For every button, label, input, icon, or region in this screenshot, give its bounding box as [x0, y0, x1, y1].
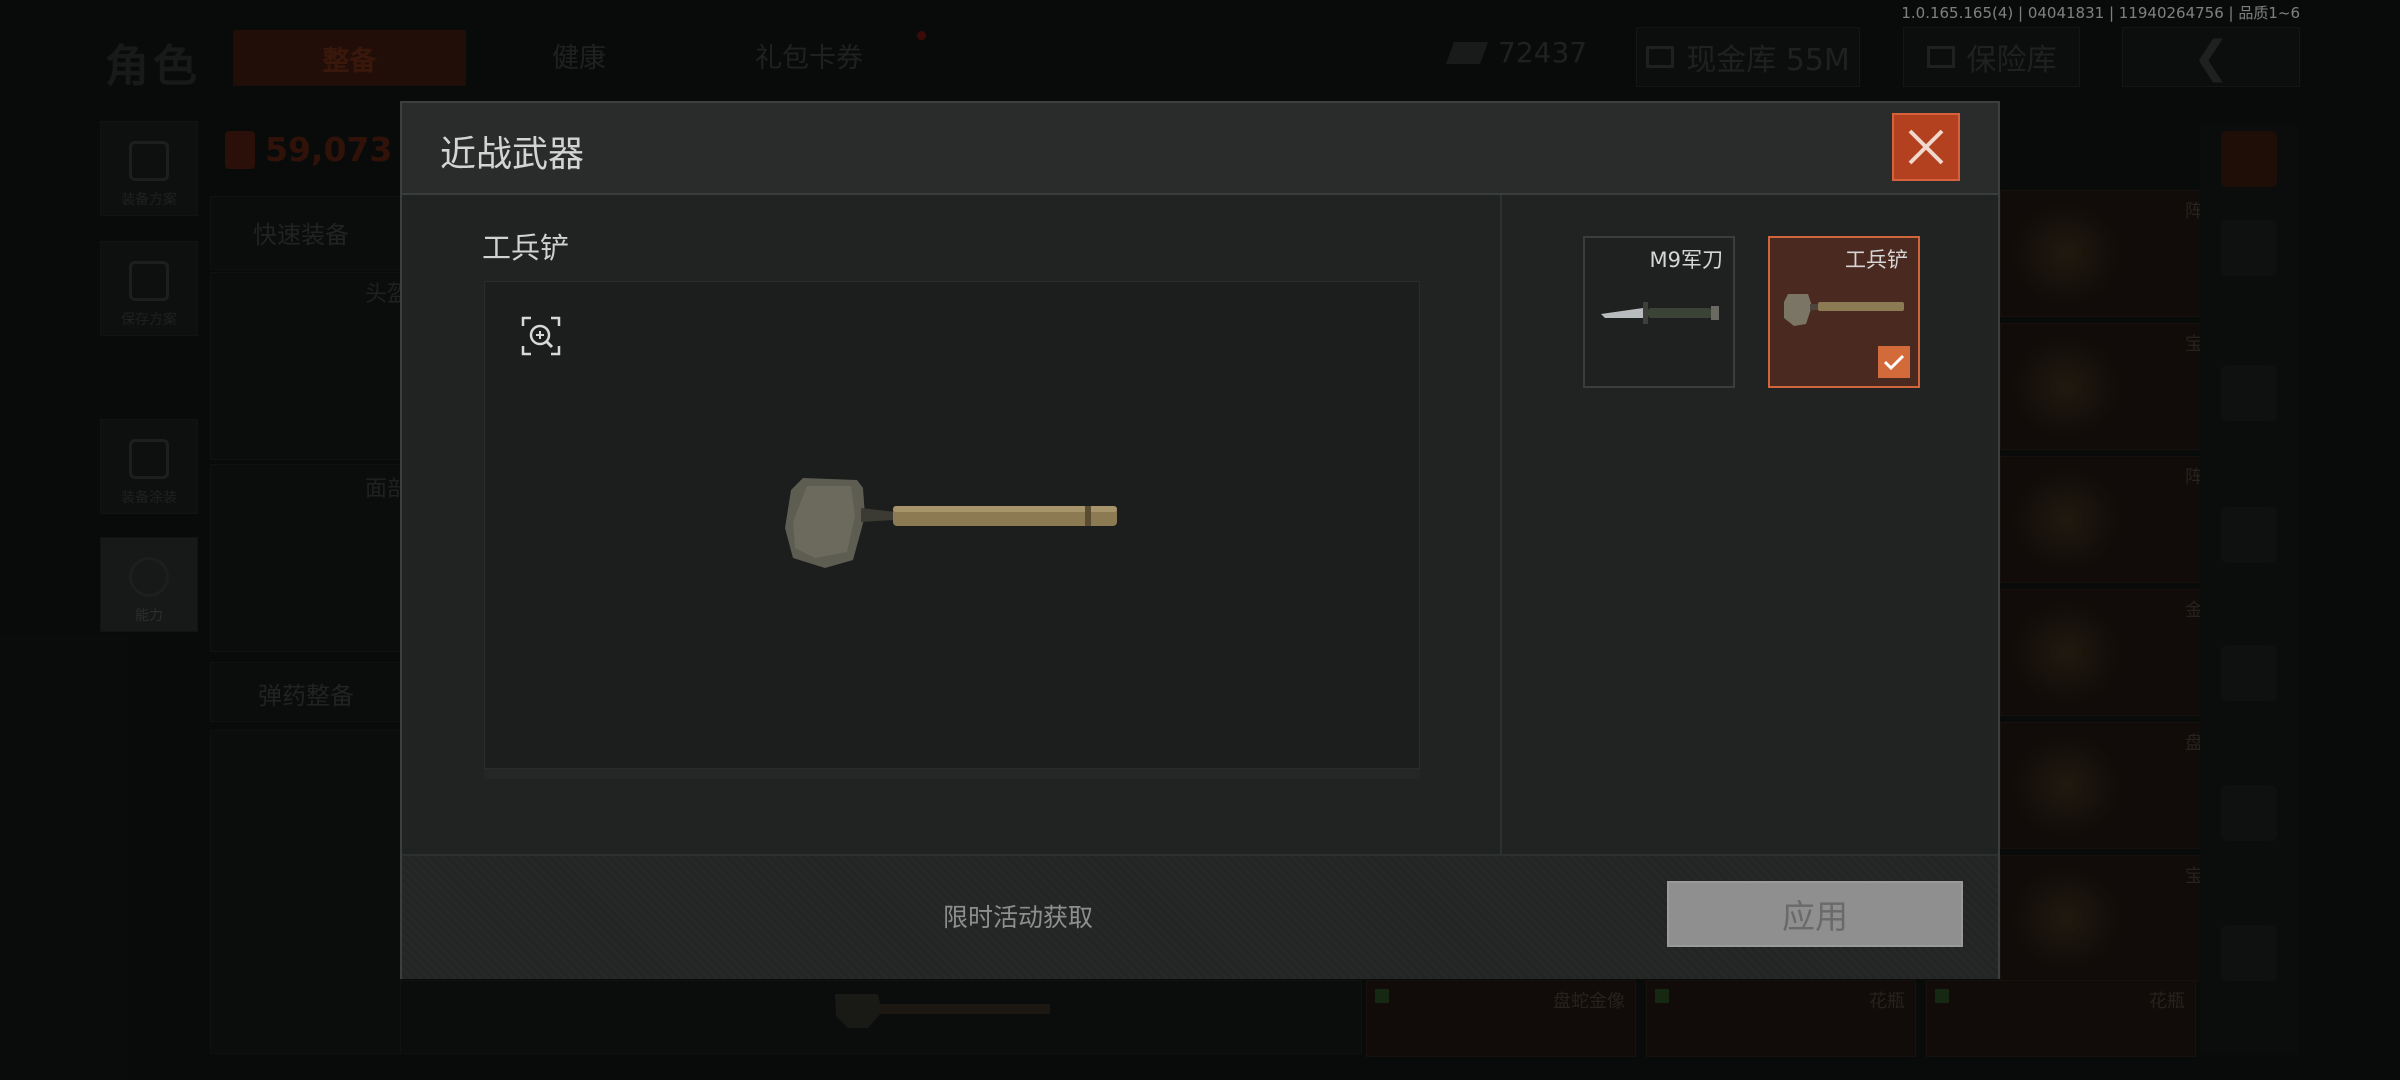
weapon-option-label: M9军刀 — [1649, 248, 1723, 272]
shovel-thumb-image — [1784, 294, 1904, 326]
melee-weapon-dialog: 近战武器 工兵铲 M9军刀 工兵铲 限时活动获取 应用 — [400, 101, 2000, 979]
shovel-image — [785, 478, 1117, 568]
weapon-option-shovel[interactable]: 工兵铲 — [1768, 236, 1920, 388]
zoom-icon[interactable] — [521, 316, 561, 356]
knife-image — [1601, 302, 1719, 324]
preview-floor — [484, 769, 1420, 779]
weapon-option-m9[interactable]: M9军刀 — [1583, 236, 1735, 388]
selected-item-name: 工兵铲 — [482, 231, 570, 265]
selected-check-icon — [1878, 346, 1910, 378]
item-preview[interactable] — [484, 281, 1420, 769]
dialog-title: 近战武器 — [440, 134, 585, 175]
acquire-method-text: 限时活动获取 — [943, 903, 1094, 932]
dialog-header: 近战武器 — [402, 103, 1998, 195]
column-divider — [1500, 195, 1502, 854]
weapon-option-label: 工兵铲 — [1845, 248, 1908, 272]
close-button[interactable] — [1892, 113, 1960, 181]
close-icon — [1908, 129, 1944, 165]
apply-button[interactable]: 应用 — [1667, 881, 1963, 947]
